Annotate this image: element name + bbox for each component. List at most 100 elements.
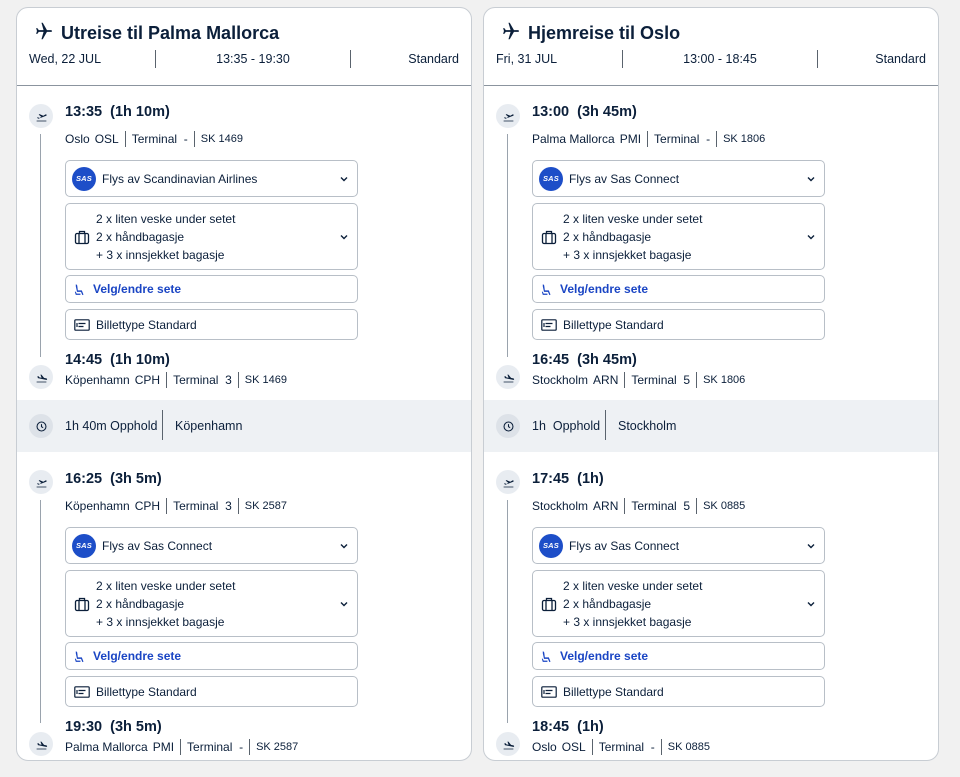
arrival-time: 16:45 (3h 45m) <box>532 352 637 368</box>
layover-duration: 1h 40m Opphold <box>65 419 158 433</box>
baggage-dropdown[interactable]: 2 x liten veske under setet 2 x håndbaga… <box>65 570 358 637</box>
arrival-code: OSL <box>561 740 586 754</box>
arrival-time: 19:30 (3h 5m) <box>65 719 162 735</box>
arrival-city: Oslo <box>532 740 557 754</box>
baggage-line: 2 x liten veske under setet <box>563 211 703 226</box>
operator-label: Flys av Sas Connect <box>102 538 213 553</box>
divider <box>696 498 698 514</box>
baggage-lines: 2 x liten veske under setet 2 x håndbaga… <box>96 577 235 631</box>
select-seat-label: Velg/endre sete <box>560 282 649 296</box>
ticket-type: Billettype Standard <box>532 309 825 340</box>
select-seat-label: Velg/endre sete <box>93 282 182 296</box>
terminal-value: - <box>706 132 711 146</box>
baggage-dropdown[interactable]: 2 x liten veske under setet 2 x håndbaga… <box>532 203 825 270</box>
departure-code: ARN <box>593 499 619 513</box>
ticket-type-label: Billettype Standard <box>96 684 197 699</box>
chevron-down-icon <box>806 541 816 551</box>
segment-timeline <box>507 134 508 357</box>
departure-time: 13:00 (3h 45m) <box>532 104 637 120</box>
terminal-value: - <box>183 132 188 146</box>
terminal-value: 3 <box>225 499 232 513</box>
trip-time-range: 13:00 - 18:45 <box>683 52 757 66</box>
baggage-dropdown[interactable]: 2 x liten veske under setet 2 x håndbaga… <box>65 203 358 270</box>
segment-timeline <box>40 134 41 357</box>
seat-icon <box>73 650 86 663</box>
baggage-line: 2 x liten veske under setet <box>563 578 703 593</box>
baggage-dropdown[interactable]: 2 x liten veske under setet 2 x håndbaga… <box>532 570 825 637</box>
baggage-lines: 2 x liten veske under setet 2 x håndbaga… <box>563 577 702 631</box>
landing-icon <box>29 732 53 756</box>
chevron-down-icon <box>806 232 816 242</box>
terminal-label: Terminal <box>187 740 233 754</box>
flight-segment: 13:35 (1h 10m) Oslo OSL Terminal - SK 14… <box>17 86 471 401</box>
return-panel: Hjemreise til Oslo Fri, 31 JUL 13:00 - 1… <box>483 7 939 761</box>
sas-logo: SAS <box>72 533 96 558</box>
airplane-icon <box>498 20 520 47</box>
divider <box>162 410 163 440</box>
operator-label: Flys av Sas Connect <box>569 538 680 553</box>
flight-number: SK 0885 <box>667 741 710 753</box>
baggage-line: + 3 x innsjekket bagasje <box>563 614 692 629</box>
terminal-label: Terminal <box>598 740 645 754</box>
operator-label: Flys av Scandinavian Airlines <box>102 171 258 186</box>
panel-title-row: Hjemreise til Oslo <box>498 20 680 46</box>
ticket-icon <box>541 319 557 331</box>
flight-segment: 16:25 (3h 5m) Köpenhamn CPH Terminal 3 S… <box>17 452 471 760</box>
select-seat-button[interactable]: Velg/endre sete <box>532 275 825 303</box>
operator-dropdown[interactable]: SAS Flys av Sas Connect <box>532 527 825 564</box>
trip-summary-row: Fri, 31 JUL 13:00 - 18:45 Standard <box>496 48 926 70</box>
operator-dropdown[interactable]: SAS Flys av Sas Connect <box>532 160 825 197</box>
landing-icon <box>496 732 520 756</box>
layover-city: Stockholm <box>618 419 677 433</box>
flight-segment: 13:00 (3h 45m) Palma Mallorca PMI Termin… <box>484 86 938 401</box>
terminal-value: - <box>650 740 655 754</box>
arrival-city: Köpenhamn <box>65 373 130 387</box>
terminal-value: - <box>239 740 244 754</box>
seat-icon <box>540 650 553 663</box>
panel-title: Utreise til Palma Mallorca <box>61 22 280 43</box>
flight-number: SK 1469 <box>200 133 243 145</box>
segment-timeline <box>507 500 508 723</box>
arrival-code: ARN <box>593 373 619 387</box>
divider <box>624 372 626 388</box>
landing-icon <box>29 365 53 389</box>
chevron-down-icon <box>806 599 816 609</box>
arrival-time: 14:45 (1h 10m) <box>65 352 170 368</box>
sas-logo: SAS <box>72 166 96 191</box>
baggage-line: 2 x håndbagasje <box>96 229 185 244</box>
clock-icon <box>29 414 53 438</box>
operator-label: Flys av Sas Connect <box>569 171 680 186</box>
airplane-icon <box>31 20 53 47</box>
divider <box>237 498 239 514</box>
departure-code: CPH <box>134 499 161 513</box>
terminal-label: Terminal <box>631 499 677 513</box>
flight-number: SK 1806 <box>723 133 766 145</box>
departure-details: Köpenhamn CPH Terminal 3 SK 2587 <box>65 496 287 516</box>
divider <box>166 372 168 388</box>
operator-dropdown[interactable]: SAS Flys av Sas Connect <box>65 527 358 564</box>
select-seat-button[interactable]: Velg/endre sete <box>65 642 358 670</box>
divider <box>180 739 182 755</box>
ticket-icon <box>74 686 90 698</box>
fare-class: Standard <box>875 52 926 66</box>
select-seat-button[interactable]: Velg/endre sete <box>65 275 358 303</box>
arrival-code: CPH <box>134 373 161 387</box>
trip-time-range: 13:35 - 19:30 <box>216 52 290 66</box>
divider <box>647 131 649 147</box>
baggage-line: 2 x liten veske under setet <box>96 578 236 593</box>
terminal-value: 3 <box>225 373 232 387</box>
terminal-value: 5 <box>683 499 691 513</box>
layover-city: Köpenhamn <box>175 419 243 433</box>
ticket-type: Billettype Standard <box>65 676 358 707</box>
divider <box>124 131 126 147</box>
operator-dropdown[interactable]: SAS Flys av Scandinavian Airlines <box>65 160 358 197</box>
panel-header: Utreise til Palma Mallorca Wed, 22 JUL 1… <box>17 8 471 86</box>
select-seat-button[interactable]: Velg/endre sete <box>532 642 825 670</box>
trip-date: Wed, 22 JUL <box>29 52 102 66</box>
flight-segment: 17:45 (1h) Stockholm ARN Terminal 5 SK 0… <box>484 452 938 760</box>
baggage-lines: 2 x liten veske under setet 2 x håndbaga… <box>96 210 235 264</box>
departure-code: PMI <box>619 132 642 146</box>
chevron-down-icon <box>339 174 349 184</box>
chevron-down-icon <box>339 232 349 242</box>
luggage-icon <box>541 596 557 612</box>
